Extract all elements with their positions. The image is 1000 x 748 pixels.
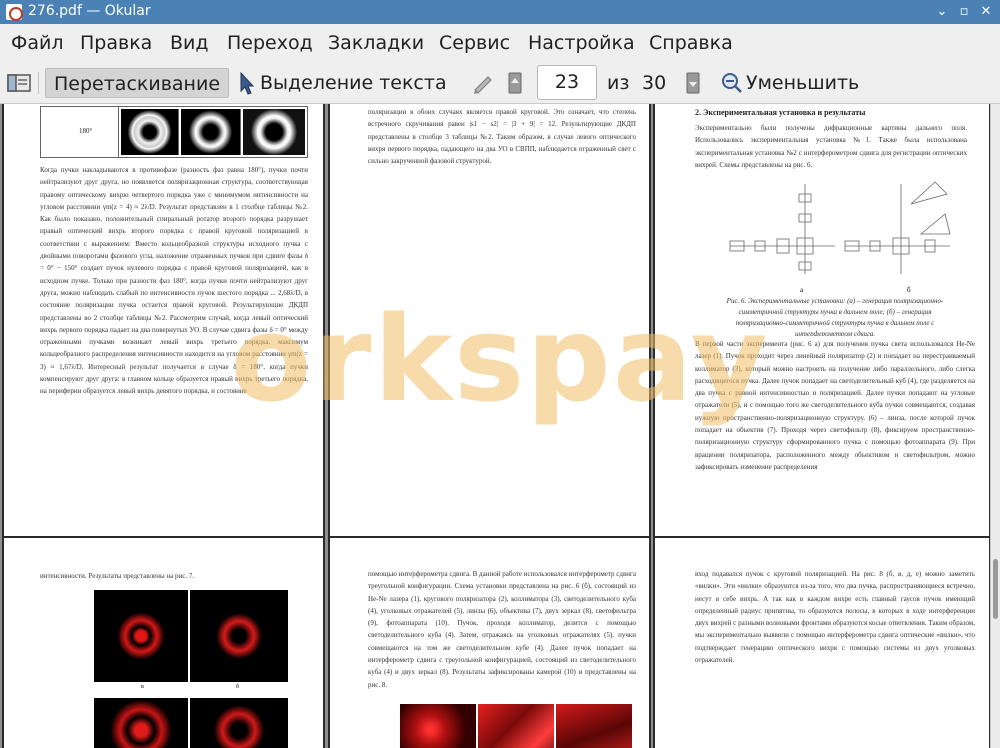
experimental-setup-diagram [729,181,951,274]
figure-caption: Рис. 6. Экспериментальные установки: (а)… [726,297,944,336]
diffraction-image [243,109,305,155]
menu-edit[interactable]: Правка [80,32,152,54]
maximize-button[interactable]: ▫ [955,3,973,21]
red-beam-image [94,698,188,748]
window-title: 276.pdf — Okular [28,3,151,19]
scrollbar-thumb[interactable] [993,559,998,619]
figure-label-a: а [800,286,804,294]
sidebar-toggle-icon[interactable] [6,70,32,96]
title-bar: 276.pdf — Okular ⌄ ▫ ✕ [0,0,1000,24]
zoom-out-icon [722,73,742,93]
menu-go[interactable]: Переход [227,32,313,54]
menu-settings[interactable]: Настройка [528,32,635,54]
pdf-page-27: вход подавался пучок с круговой поляриза… [653,536,990,748]
interference-image [478,704,554,748]
text-select-cursor-icon [240,71,255,95]
figure-label-b: б [907,286,911,294]
vertical-scrollbar[interactable] [990,104,1000,748]
red-beam-image [190,590,288,682]
main-toolbar: Перетаскивание Выделение текста 23 из 30… [0,62,1000,104]
text-selection-tool-button[interactable]: Выделение текста [260,68,447,98]
pdf-page-26: помощью интерферометра сдвига. В данной … [328,536,651,748]
page-of-label: из [607,72,630,94]
results-table: 180° [40,106,308,158]
next-page-icon[interactable] [683,70,703,96]
image-label: в [141,684,144,690]
zoom-out-button[interactable]: Уменьшить [746,68,859,98]
menu-tools[interactable]: Сервис [439,32,510,54]
pdf-page-25: интенсивности. Результаты представлены н… [2,536,325,748]
page-body-text: Когда пучки накладываются в противофазе … [40,166,308,396]
table-angle-label: 180° [79,127,93,135]
interference-image [400,704,476,748]
menu-file[interactable]: Файл [11,32,64,54]
page-body-text: вход подавался пучок с круговой поляриза… [695,570,975,665]
previous-page-icon[interactable] [505,70,525,96]
menu-bookmarks[interactable]: Закладки [328,32,424,54]
document-view[interactable]: 180° Когда пучки накладываются в противо… [0,104,990,748]
toolbar-separator [38,72,39,94]
menu-bar: Файл Правка Вид Переход Закладки Сервис … [0,24,1000,62]
diffraction-image [181,109,241,155]
minimize-button[interactable]: ⌄ [933,3,951,21]
page-body-text: Экспериментально были получены дифракцио… [695,124,967,169]
image-label: б [236,684,240,690]
annotate-pen-icon[interactable] [470,70,496,96]
page-body-text: помощью интерферометра сдвига. В данной … [368,570,636,689]
section-heading: 2. Экспериментальная установка и результ… [695,108,866,117]
page-body-text: интенсивности. Результаты представлены н… [40,572,195,580]
page-total-label: 30 [642,72,667,94]
page-body-text: поляризации в обоих случаях является пра… [368,108,636,166]
browse-tool-button[interactable]: Перетаскивание [45,68,230,98]
diffraction-image [121,109,179,155]
interference-image [556,704,632,748]
red-beam-image [190,698,288,748]
menu-view[interactable]: Вид [170,32,209,54]
close-button[interactable]: ✕ [977,3,995,21]
red-beam-image [94,590,188,682]
page-number-input[interactable]: 23 [537,65,597,100]
menu-help[interactable]: Справка [649,32,733,54]
okular-app-icon [6,4,23,21]
